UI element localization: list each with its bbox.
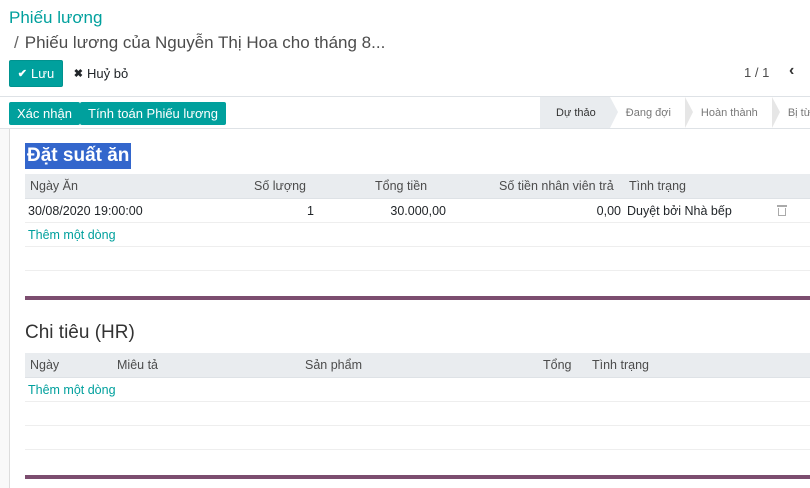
compute-payslip-button[interactable]: Tính toán Phiếu lương xyxy=(80,102,226,125)
trash-icon[interactable] xyxy=(777,205,787,216)
meals-section-title: Đặt suất ăn xyxy=(25,143,132,169)
col-total[interactable]: Tổng xyxy=(543,353,572,378)
hr-expenses-section-title: Chi tiêu (HR) xyxy=(25,322,135,343)
section-divider xyxy=(25,475,810,479)
status-draft[interactable]: Dự thảo xyxy=(540,97,618,128)
hr-expenses-table: Ngày Miêu tả Sản phẩm Tổng Tình trạng Th… xyxy=(25,353,810,450)
control-panel: Phiếu lương / Phiếu lương của Nguyễn Thị … xyxy=(0,0,810,97)
col-quantity[interactable]: Số lượng xyxy=(254,174,306,199)
save-button[interactable]: ✔ Lưu xyxy=(9,60,63,87)
status-done[interactable]: Hoàn thành xyxy=(685,97,780,128)
col-description[interactable]: Miêu tả xyxy=(117,353,158,378)
pager-value[interactable]: 1 / 1 xyxy=(744,65,769,80)
check-icon: ✔ xyxy=(17,68,28,80)
col-status[interactable]: Tình trạng xyxy=(629,174,686,199)
col-date[interactable]: Ngày xyxy=(30,353,59,378)
discard-button[interactable]: ✖ Huỷ bỏ xyxy=(71,60,131,87)
hr-expenses-table-header: Ngày Miêu tả Sản phẩm Tổng Tình trạng xyxy=(25,353,810,378)
breadcrumb-current: / Phiếu lương của Nguyễn Thị Hoa cho thán… xyxy=(14,33,385,53)
table-row: Thêm một dòng xyxy=(25,223,810,247)
col-product[interactable]: Sản phẩm xyxy=(305,353,362,378)
add-line-link[interactable]: Thêm một dòng xyxy=(28,378,116,402)
discard-button-label: Huỷ bỏ xyxy=(87,66,129,81)
save-button-label: Lưu xyxy=(31,66,55,81)
col-meal-date[interactable]: Ngày Ăn xyxy=(30,174,78,199)
form-statusbar: Xác nhận Tính toán Phiếu lương Dự thảo Đ… xyxy=(0,97,810,129)
table-row xyxy=(25,247,810,271)
table-row xyxy=(25,402,810,426)
breadcrumb-root[interactable]: Phiếu lương xyxy=(9,8,102,28)
times-icon: ✖ xyxy=(73,68,83,80)
trash-lid xyxy=(777,205,787,207)
confirm-button[interactable]: Xác nhận xyxy=(9,102,80,125)
col-employee-paid[interactable]: Số tiền nhân viên trả xyxy=(499,174,614,199)
add-line-link[interactable]: Thêm một dòng xyxy=(28,223,116,247)
section-divider xyxy=(25,296,810,300)
breadcrumb-separator: / xyxy=(14,33,19,52)
breadcrumb-current-label: Phiếu lương của Nguyễn Thị Hoa cho tháng… xyxy=(24,33,386,52)
status-pipeline: Dự thảo Đang đợi Hoàn thành Bị từ ch xyxy=(540,97,810,128)
table-row: Thêm một dòng xyxy=(25,378,810,402)
col-total[interactable]: Tổng tiền xyxy=(375,174,427,199)
cell-total: 30.000,00 xyxy=(390,204,446,218)
meals-table-header: Ngày Ăn Số lượng Tổng tiền Số tiền nhân … xyxy=(25,174,810,199)
chevron-left-icon[interactable]: ‹ xyxy=(789,62,794,80)
meals-table: Ngày Ăn Số lượng Tổng tiền Số tiền nhân … xyxy=(25,174,810,271)
form-sheet-background: Đặt suất ăn Ngày Ăn Số lượng Tổng tiền S… xyxy=(0,129,810,488)
cell-quantity: 1 xyxy=(307,204,314,218)
form-sheet: Đặt suất ăn Ngày Ăn Số lượng Tổng tiền S… xyxy=(9,129,810,488)
table-row xyxy=(25,426,810,450)
col-status[interactable]: Tình trạng xyxy=(592,353,649,378)
cell-status: Duyệt bởi Nhà bếp xyxy=(627,204,732,218)
trash-can xyxy=(778,208,786,216)
cell-employee-paid: 0,00 xyxy=(596,204,621,218)
table-row[interactable]: 30/08/2020 19:00:00 1 30.000,00 0,00 Duy… xyxy=(25,199,810,223)
status-waiting[interactable]: Đang đợi xyxy=(610,97,694,128)
cell-meal-date: 30/08/2020 19:00:00 xyxy=(28,204,143,218)
